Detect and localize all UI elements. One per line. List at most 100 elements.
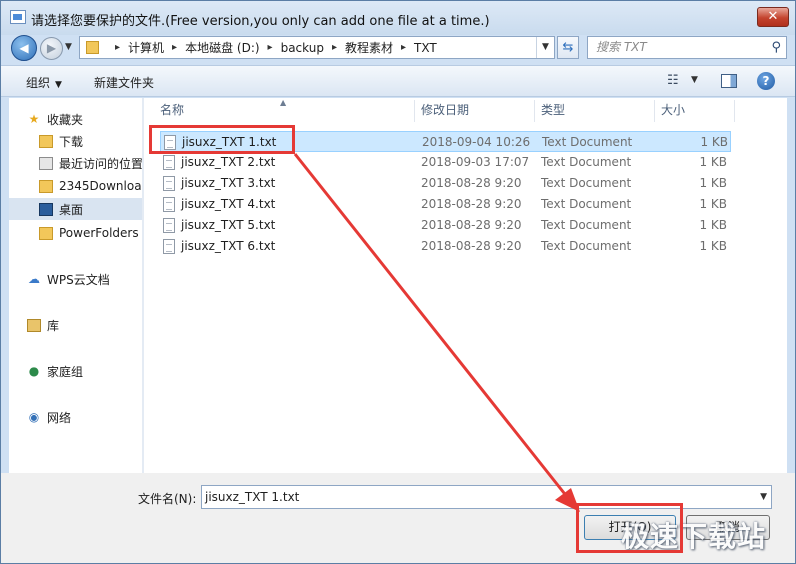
file-date: 2018-09-04 10:26	[422, 135, 531, 149]
search-icon[interactable]: ⚲	[771, 37, 781, 58]
column-header-date[interactable]: 修改日期	[421, 98, 469, 122]
view-options-icon[interactable]: ☷	[667, 73, 679, 88]
filename-field[interactable]: jisuxz_TXT 1.txt ▼	[201, 485, 772, 509]
chevron-down-icon[interactable]: ▼	[691, 75, 698, 85]
text-file-icon	[163, 197, 175, 212]
chevron-right-icon[interactable]: ▸	[172, 42, 177, 53]
text-file-icon	[163, 239, 175, 254]
new-folder-button[interactable]: 新建文件夹	[94, 74, 154, 91]
column-header-type[interactable]: 类型	[541, 98, 565, 122]
title-bar: 请选择您要保护的文件.(Free version,you only can ad…	[1, 1, 795, 35]
cloud-icon: ☁	[28, 271, 40, 286]
file-date: 2018-08-28 9:20	[421, 239, 522, 253]
sidebar-item-label: 2345Downloads	[59, 179, 142, 193]
desktop-icon	[39, 202, 53, 216]
help-button[interactable]: ?	[757, 72, 775, 90]
file-row[interactable]: jisuxz_TXT 3.txt 2018-08-28 9:20 Text Do…	[160, 173, 731, 194]
column-divider[interactable]	[654, 100, 655, 122]
sidebar-item-desktop[interactable]: 桌面	[9, 198, 142, 220]
file-type: Text Document	[541, 239, 632, 253]
sidebar-item-recent-places[interactable]: 最近访问的位置	[39, 152, 142, 174]
file-type: Text Document	[541, 176, 632, 190]
breadcrumb-tutorial[interactable]: 教程素材	[345, 39, 393, 56]
homegroup-icon: ●	[28, 363, 40, 378]
folder-icon	[39, 179, 53, 193]
sidebar-item-label: 网络	[47, 410, 72, 425]
sidebar-item-powerfolders[interactable]: PowerFolders	[39, 222, 142, 244]
sidebar-item-label: 下载	[59, 134, 84, 149]
sidebar-item-2345downloads[interactable]: 2345Downloads	[39, 175, 142, 197]
column-divider[interactable]	[734, 100, 735, 122]
column-header-name[interactable]: 名称	[160, 98, 184, 122]
star-icon: ★	[28, 111, 40, 126]
file-list[interactable]: ▲ 名称 修改日期 类型 大小 jisuxz_TXT 1.txt 2018-09…	[144, 98, 787, 473]
refresh-icon: ⇆	[562, 40, 574, 55]
sidebar-item-homegroup[interactable]: ● 家庭组	[27, 360, 142, 382]
file-date: 2018-09-03 17:07	[421, 155, 530, 169]
chevron-right-icon[interactable]: ▸	[115, 42, 120, 53]
sidebar-item-label: 最近访问的位置	[59, 156, 142, 171]
file-name: jisuxz_TXT 3.txt	[181, 176, 276, 190]
command-bar: 组织 ▼ 新建文件夹 ☷ ▼ ?	[1, 65, 795, 97]
history-dropdown-icon[interactable]: ▼	[65, 42, 72, 52]
address-row: ◀ ▶ ▼ ▸ 计算机 ▸ 本地磁盘 (D:) ▸ backup ▸ 教程素材 …	[1, 35, 795, 61]
file-type: Text Document	[541, 218, 632, 232]
close-button[interactable]: ✕	[757, 7, 789, 27]
file-name: jisuxz_TXT 2.txt	[181, 155, 276, 169]
breadcrumb-computer[interactable]: 计算机	[128, 39, 164, 56]
recent-places-icon	[39, 156, 53, 170]
chevron-down-icon[interactable]: ▼	[760, 486, 767, 508]
search-input[interactable]: 搜索 TXT ⚲	[587, 36, 787, 59]
file-row[interactable]: jisuxz_TXT 2.txt 2018-09-03 17:07 Text D…	[160, 152, 731, 173]
file-row[interactable]: jisuxz_TXT 5.txt 2018-08-28 9:20 Text Do…	[160, 215, 731, 236]
file-size: 1 KB	[699, 197, 727, 211]
file-date: 2018-08-28 9:20	[421, 218, 522, 232]
file-size: 1 KB	[699, 155, 727, 169]
app-icon	[10, 10, 26, 24]
sidebar-item-downloads[interactable]: 下载	[39, 130, 142, 152]
sort-ascending-icon: ▲	[280, 98, 287, 107]
sidebar-item-label: PowerFolders	[59, 226, 139, 240]
organize-label: 组织	[26, 76, 51, 90]
file-size: 1 KB	[699, 176, 727, 190]
folder-icon	[39, 226, 53, 240]
file-size: 1 KB	[699, 218, 727, 232]
sidebar-item-favorites[interactable]: ★ 收藏夹	[27, 108, 142, 130]
open-file-dialog: 请选择您要保护的文件.(Free version,you only can ad…	[0, 0, 796, 564]
preview-pane-icon[interactable]	[721, 74, 737, 88]
chevron-right-icon[interactable]: ▸	[401, 42, 406, 53]
text-file-icon	[163, 176, 175, 191]
sidebar-item-network[interactable]: ◉ 网络	[27, 406, 142, 428]
navigation-pane[interactable]: ★ 收藏夹 下载 最近访问的位置 2345Downloads 桌面 PowerF…	[9, 98, 142, 473]
folder-icon	[86, 41, 99, 54]
refresh-button[interactable]: ⇆	[557, 36, 579, 59]
organize-button[interactable]: 组织 ▼	[26, 74, 62, 91]
column-divider[interactable]	[534, 100, 535, 122]
file-type: Text Document	[542, 135, 633, 149]
file-date: 2018-08-28 9:20	[421, 197, 522, 211]
file-name: jisuxz_TXT 6.txt	[181, 239, 276, 253]
network-icon: ◉	[28, 409, 40, 424]
sidebar-item-wps-cloud[interactable]: ☁ WPS云文档	[27, 268, 142, 290]
file-row[interactable]: jisuxz_TXT 6.txt 2018-08-28 9:20 Text Do…	[160, 236, 731, 257]
chevron-right-icon[interactable]: ▸	[332, 42, 337, 53]
file-type: Text Document	[541, 155, 632, 169]
file-type: Text Document	[541, 197, 632, 211]
breadcrumb[interactable]: ▸ 计算机 ▸ 本地磁盘 (D:) ▸ backup ▸ 教程素材 ▸ TXT …	[79, 36, 555, 59]
sidebar-item-libraries[interactable]: 库	[27, 314, 142, 336]
breadcrumb-txt[interactable]: TXT	[414, 41, 437, 55]
filename-value: jisuxz_TXT 1.txt	[205, 490, 300, 504]
address-dropdown-icon[interactable]: ▼	[536, 37, 554, 58]
column-divider[interactable]	[414, 100, 415, 122]
file-date: 2018-08-28 9:20	[421, 176, 522, 190]
back-button[interactable]: ◀	[11, 35, 37, 61]
chevron-right-icon[interactable]: ▸	[268, 42, 273, 53]
filename-label: 文件名(N):	[138, 492, 197, 506]
sidebar-item-label: 库	[47, 318, 60, 333]
forward-button[interactable]: ▶	[40, 37, 63, 60]
breadcrumb-drive[interactable]: 本地磁盘 (D:)	[185, 39, 259, 56]
file-row[interactable]: jisuxz_TXT 4.txt 2018-08-28 9:20 Text Do…	[160, 194, 731, 215]
breadcrumb-backup[interactable]: backup	[281, 41, 324, 55]
sidebar-item-label: 收藏夹	[47, 112, 84, 127]
column-header-size[interactable]: 大小	[661, 98, 685, 122]
